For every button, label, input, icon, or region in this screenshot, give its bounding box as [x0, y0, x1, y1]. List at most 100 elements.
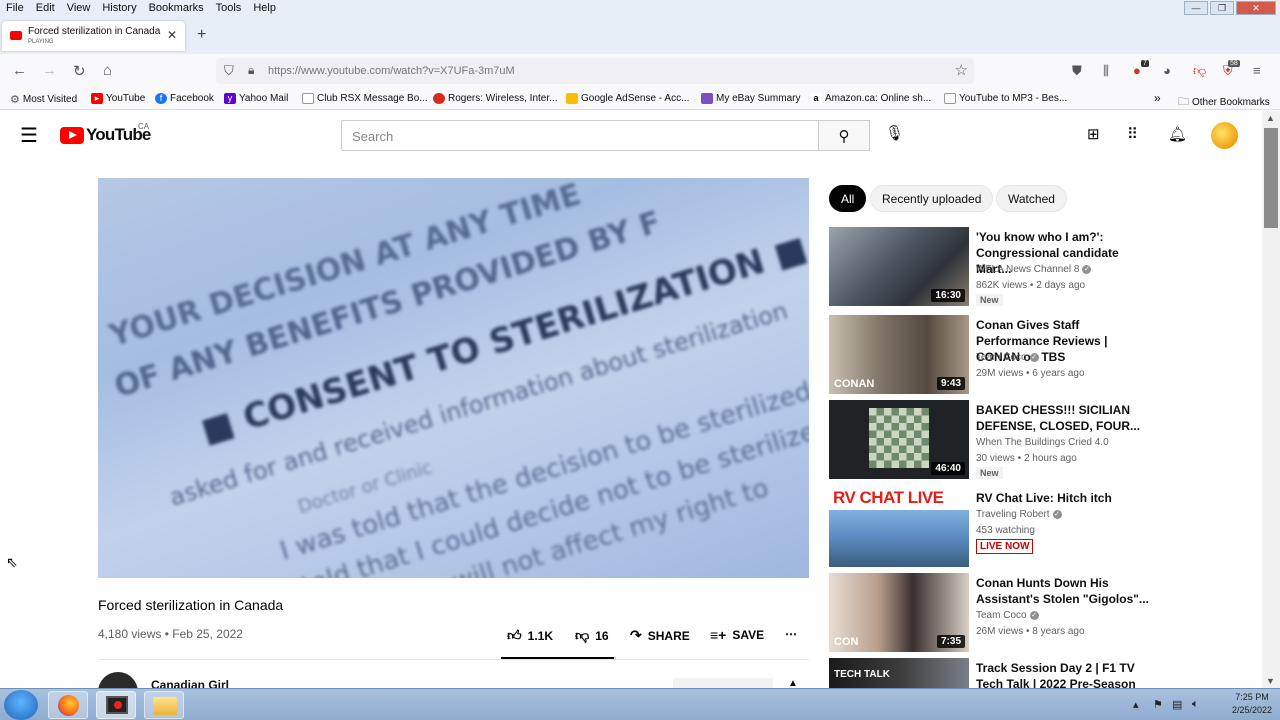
recommendation-item[interactable]: TECH TALK Track Session Day 2 | F1 TV Te…: [829, 658, 1249, 688]
bookmark-label: Other Bookmarks: [1192, 97, 1270, 108]
bookmark-facebook[interactable]: f Facebook: [155, 93, 214, 104]
screen-recorder-icon: [106, 696, 128, 714]
menu-tools[interactable]: Tools: [210, 2, 248, 14]
maximize-button[interactable]: ❐: [1210, 1, 1234, 15]
start-button[interactable]: [4, 690, 38, 720]
bookmark-adsense[interactable]: Google AdSense - Acc...: [566, 93, 689, 104]
recommendation-title[interactable]: RV Chat Live: Hitch itch: [976, 490, 1151, 506]
bookmark-label: Rogers: Wireless, Inter...: [448, 93, 558, 104]
bookmark-yahoo-mail[interactable]: y Yahoo Mail: [224, 93, 288, 104]
youtube-logo-icon[interactable]: [60, 127, 84, 144]
bookmark-label: Amazon.ca: Online sh...: [825, 93, 932, 104]
lock-icon[interactable]: 🔒︎: [248, 63, 254, 78]
chess-board-image: [869, 408, 929, 468]
bookmark-most-visited[interactable]: ⚙ Most Visited: [10, 93, 77, 106]
recommendation-title[interactable]: Track Session Day 2 | F1 TV Tech Talk | …: [976, 660, 1151, 688]
bookmark-ebay[interactable]: My eBay Summary: [701, 93, 800, 104]
share-button[interactable]: ↷ SHARE: [630, 627, 690, 644]
scrollbar-thumb[interactable]: [1264, 128, 1278, 228]
chip-recently-uploaded[interactable]: Recently uploaded: [870, 185, 994, 212]
tracking-shield-icon[interactable]: ⛉: [224, 63, 234, 79]
video-thumbnail[interactable]: CONAN 9:43: [829, 315, 969, 394]
create-video-icon[interactable]: ⊞: [1087, 125, 1100, 143]
guide-menu-icon[interactable]: ☰: [20, 123, 38, 148]
menu-file[interactable]: File: [0, 2, 30, 14]
notifications-bell-icon[interactable]: 🔔︎: [1168, 125, 1187, 143]
browser-tab-active[interactable]: Forced sterilization in Canada PLAYING ✕: [2, 21, 185, 51]
network-icon[interactable]: ▤: [1172, 698, 1182, 711]
video-thumbnail[interactable]: CON 7:35: [829, 573, 969, 652]
bookmark-youtube[interactable]: ▸ YouTube: [91, 93, 145, 104]
save-button[interactable]: ≡+ SAVE: [710, 627, 764, 643]
taskbar-explorer[interactable]: [144, 691, 184, 719]
apps-grid-icon[interactable]: ⠿: [1127, 125, 1138, 143]
taskbar-firefox[interactable]: [48, 691, 88, 719]
video-player[interactable]: YOUR DECISION AT ANY TIME OF ANY BENEFIT…: [98, 178, 809, 578]
recommendation-item[interactable]: CONAN 9:43 Conan Gives Staff Performance…: [829, 315, 1249, 395]
pocket-icon[interactable]: ⛊: [1072, 63, 1082, 79]
more-actions-button[interactable]: ⋯: [785, 627, 797, 641]
scroll-up-icon[interactable]: ▲: [1266, 113, 1275, 123]
back-icon[interactable]: ←: [12, 62, 27, 79]
recommendation-item[interactable]: CON 7:35 Conan Hunts Down His Assistant'…: [829, 573, 1249, 653]
dislike-button[interactable]: 👎︎ 16: [575, 627, 609, 644]
close-window-button[interactable]: ✕: [1236, 1, 1276, 15]
recommendation-item[interactable]: 46:40 BAKED CHESS!!! SICILIAN DEFENSE, C…: [829, 400, 1249, 480]
extension-abp-icon[interactable]: ●: [1133, 63, 1141, 78]
like-button[interactable]: 👍︎ 1.1K: [507, 627, 553, 644]
library-icon[interactable]: ⫼: [1103, 63, 1109, 79]
bookmarks-overflow-chevron-icon[interactable]: »: [1154, 91, 1161, 105]
taskbar-recorder[interactable]: [96, 691, 136, 719]
recommendation-title[interactable]: BAKED CHESS!!! SICILIAN DEFENSE, CLOSED,…: [976, 402, 1151, 434]
close-tab-icon[interactable]: ✕: [167, 28, 177, 42]
subscribe-button[interactable]: [673, 678, 773, 688]
bookmark-other[interactable]: 🗀︎ Other Bookmarks: [1178, 93, 1270, 112]
voice-search-icon[interactable]: 🎙︎: [885, 124, 904, 142]
action-center-flag-icon[interactable]: ⚑: [1153, 698, 1163, 711]
youtube-icon: ▸: [91, 93, 103, 104]
bookmark-club-rsx[interactable]: Club RSX Message Bo...: [302, 93, 428, 104]
page-scrollbar[interactable]: ▲ ▼: [1262, 111, 1280, 688]
menu-view[interactable]: View: [61, 2, 97, 14]
extension-icon[interactable]: ◕: [1163, 63, 1171, 78]
forward-icon[interactable]: →: [42, 62, 57, 79]
chip-all[interactable]: All: [829, 185, 867, 212]
youtube-header: ☰ YouTube CA Search ⚲ 🎙︎ ⊞ ⠿ 🔔︎: [0, 111, 1262, 159]
video-thumbnail[interactable]: 16:30: [829, 227, 969, 306]
extension-dislike-icon[interactable]: 👎︎: [1193, 63, 1206, 79]
bookmark-amazon[interactable]: a Amazon.ca: Online sh...: [810, 93, 931, 104]
channel-label: Team Coco: [976, 352, 1027, 363]
new-tab-button[interactable]: +: [197, 26, 206, 44]
search-input[interactable]: Search: [341, 120, 819, 151]
clock[interactable]: 7:25 PM 2/25/2022: [1232, 691, 1272, 717]
menu-bookmarks[interactable]: Bookmarks: [143, 2, 210, 14]
bookmark-yt-mp3[interactable]: YouTube to MP3 - Bes...: [944, 93, 1067, 104]
recommendation-title[interactable]: Conan Hunts Down His Assistant's Stolen …: [976, 575, 1151, 607]
video-thumbnail[interactable]: RV CHAT LIVE: [829, 488, 969, 567]
channel-label: Traveling Robert: [976, 509, 1050, 520]
recommendation-item[interactable]: 16:30 'You know who I am?': Congressiona…: [829, 227, 1249, 307]
minimize-button[interactable]: —: [1184, 1, 1208, 15]
url-text[interactable]: https://www.youtube.com/watch?v=X7UFa-3m…: [268, 65, 515, 77]
video-thumbnail[interactable]: 46:40: [829, 400, 969, 479]
search-button[interactable]: ⚲: [818, 120, 870, 151]
chip-watched[interactable]: Watched: [996, 185, 1067, 212]
bookmark-star-icon[interactable]: ☆: [955, 61, 968, 79]
firefox-icon: [58, 695, 79, 716]
home-icon[interactable]: ⌂: [103, 62, 112, 79]
menu-history[interactable]: History: [96, 2, 142, 14]
gear-icon: ⚙: [10, 94, 20, 106]
scroll-down-icon[interactable]: ▼: [1266, 676, 1275, 686]
menu-edit[interactable]: Edit: [30, 2, 61, 14]
tray-expand-icon[interactable]: ▴: [1133, 698, 1139, 711]
menu-help[interactable]: Help: [247, 2, 282, 14]
reload-icon[interactable]: ↻: [73, 62, 86, 80]
url-bar[interactable]: ⛉ 🔒︎ https://www.youtube.com/watch?v=X7U…: [216, 58, 974, 84]
video-thumbnail[interactable]: TECH TALK: [829, 658, 969, 688]
mouse-cursor-icon: ⇖: [6, 554, 18, 570]
bookmark-rogers[interactable]: Rogers: Wireless, Inter...: [433, 93, 557, 104]
user-avatar[interactable]: [1211, 122, 1238, 149]
volume-icon[interactable]: 🔈︎: [1192, 698, 1199, 711]
hamburger-menu-icon[interactable]: ≡: [1253, 63, 1261, 78]
recommendation-item[interactable]: RV CHAT LIVE RV Chat Live: Hitch itch Tr…: [829, 488, 1249, 568]
